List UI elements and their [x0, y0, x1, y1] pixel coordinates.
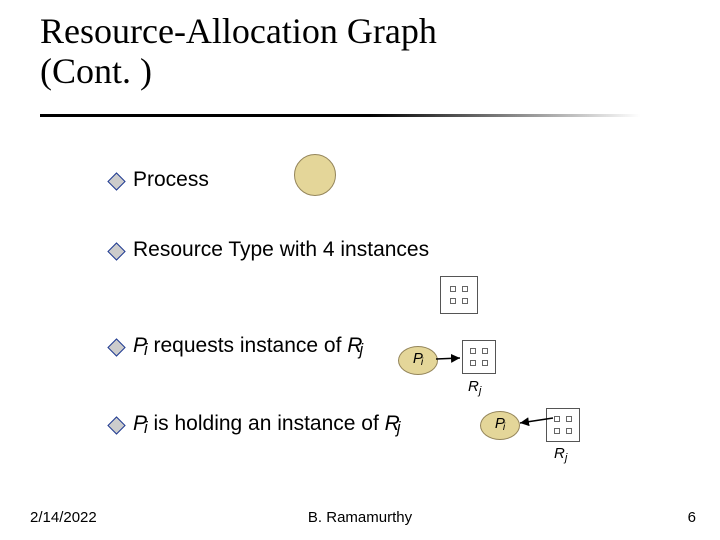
instance-dot	[554, 428, 560, 434]
title-underline	[40, 114, 640, 117]
title-line-1: Resource-Allocation Graph	[40, 11, 437, 51]
resource-box-4-icon	[440, 276, 478, 314]
bullet-requests-text: Pi requests instance of Rj	[133, 334, 363, 358]
bullet-icon	[107, 338, 125, 356]
bullet-icon	[107, 172, 125, 190]
instance-dot	[462, 286, 468, 292]
slide-title: Resource-Allocation Graph (Cont. )	[40, 12, 437, 91]
bullet-resource4: Resource Type with 4 instances	[110, 238, 429, 262]
footer-page-number: 6	[688, 509, 696, 526]
instance-dot	[470, 348, 476, 354]
rj-box-requests	[462, 340, 496, 374]
bullet-resource4-text: Resource Type with 4 instances	[133, 238, 429, 262]
bullet-process-text: Process	[133, 168, 209, 192]
bullet-holding: Pi is holding an instance of Rj	[110, 412, 400, 436]
instance-dot	[566, 428, 572, 434]
process-circle-icon	[294, 154, 336, 196]
bullet-requests: Pi requests instance of Rj	[110, 334, 363, 358]
rj-label-holding: Rj	[554, 445, 567, 462]
bullet-holding-text: Pi is holding an instance of Rj	[133, 412, 400, 436]
slide: Resource-Allocation Graph (Cont. ) Proce…	[0, 0, 720, 540]
instance-dot	[462, 298, 468, 304]
bullet-icon	[107, 416, 125, 434]
rj-label-requests: Rj	[468, 378, 481, 395]
instance-dot	[554, 416, 560, 422]
instance-dot	[482, 360, 488, 366]
pi-node-requests: Pi	[398, 346, 438, 375]
pi-node-holding: Pi	[480, 411, 520, 440]
rj-box-holding	[546, 408, 580, 442]
instance-dot	[450, 286, 456, 292]
bullet-process: Process	[110, 168, 209, 192]
bullet-icon	[107, 242, 125, 260]
instance-dot	[566, 416, 572, 422]
footer-author: B. Ramamurthy	[0, 509, 720, 526]
instance-dot	[450, 298, 456, 304]
title-line-2: (Cont. )	[40, 51, 152, 91]
instance-dot	[470, 360, 476, 366]
instance-dot	[482, 348, 488, 354]
